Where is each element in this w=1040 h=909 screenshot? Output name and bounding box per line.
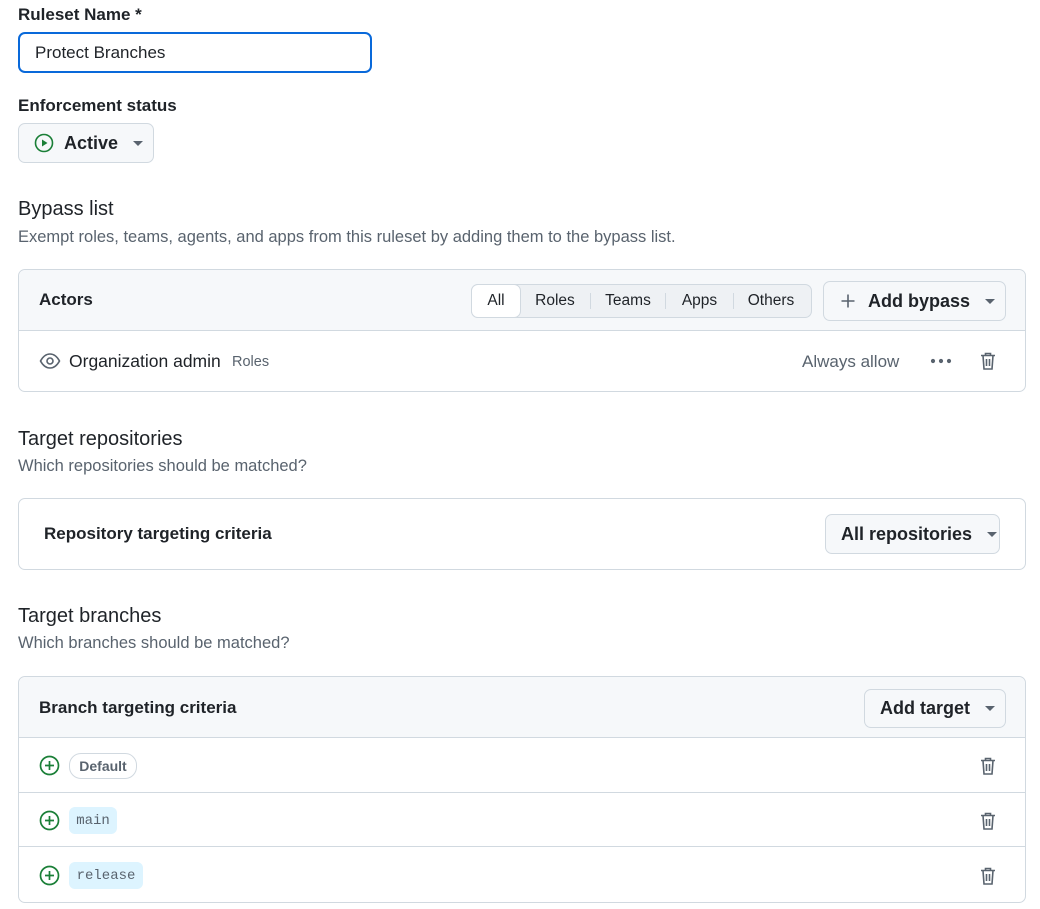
bypass-panel: Actors All Roles Teams Apps Others Add b… [18,269,1026,392]
filter-all[interactable]: All [471,284,521,318]
repository-scope-value: All repositories [841,523,973,544]
filter-others[interactable]: Others [734,285,808,317]
chevron-down-icon [985,298,996,304]
branch-target-row: Default [19,738,1025,793]
actors-heading: Actors [39,290,93,309]
actor-name: Organization admin [69,351,221,371]
ruleset-name-input[interactable] [18,32,372,73]
include-plus-circle-icon [39,865,60,891]
chevron-down-icon [133,140,144,146]
filter-apps[interactable]: Apps [666,285,733,317]
add-bypass-button[interactable]: Add bypass [823,281,1006,321]
play-circle-icon [34,133,54,153]
target-repositories-description: Which repositories should be matched? [18,457,307,475]
trash-icon[interactable] [976,349,1000,373]
bypass-actor-row: Organization admin Roles Always allow [19,331,1025,391]
branch-targeting-panel: Branch targeting criteria Add target Def… [18,676,1026,903]
target-branches-title: Target branches [18,605,162,627]
trash-icon[interactable] [976,809,1000,833]
more-options-icon[interactable] [927,349,955,373]
target-branches-description: Which branches should be matched? [18,634,290,652]
bypass-list-description: Exempt roles, teams, agents, and apps fr… [18,228,676,246]
target-repositories-title: Target repositories [18,428,183,450]
filter-roles[interactable]: Roles [520,285,590,317]
enforcement-status-label: Enforcement status [18,96,177,115]
add-bypass-label: Add bypass [868,290,971,311]
repository-targeting-criteria-label: Repository targeting criteria [44,524,272,543]
plus-icon [840,293,856,309]
chevron-down-icon [987,531,998,537]
include-plus-circle-icon [39,810,60,836]
ruleset-name-label: Ruleset Name * [18,5,142,24]
branch-targeting-header: Branch targeting criteria Add target [19,677,1025,738]
actor-bypass-mode: Always allow [802,352,900,371]
trash-icon[interactable] [976,864,1000,888]
eye-icon [39,351,61,376]
branch-target-label: Default [69,753,137,779]
bypass-panel-header: Actors All Roles Teams Apps Others Add b… [19,270,1025,331]
enforcement-status-value: Active [64,132,119,153]
branch-target-label: release [69,862,143,889]
branch-target-row: release [19,847,1025,902]
trash-icon[interactable] [976,754,1000,778]
bypass-list-title: Bypass list [18,198,114,220]
filter-teams[interactable]: Teams [591,285,665,317]
branch-target-label: main [69,807,117,834]
repository-scope-dropdown[interactable]: All repositories [825,514,1000,554]
chevron-down-icon [985,706,995,711]
branch-target-row: main [19,793,1025,847]
actor-type: Roles [232,354,270,370]
add-target-button[interactable]: Add target [864,689,1006,728]
enforcement-status-dropdown[interactable]: Active [18,123,154,163]
actor-filter-segmented-control: All Roles Teams Apps Others [471,284,812,318]
include-plus-circle-icon [39,755,60,781]
add-target-label: Add target [880,698,970,718]
branch-targeting-criteria-label: Branch targeting criteria [39,698,237,717]
repository-targeting-panel: Repository targeting criteria All reposi… [18,498,1026,570]
